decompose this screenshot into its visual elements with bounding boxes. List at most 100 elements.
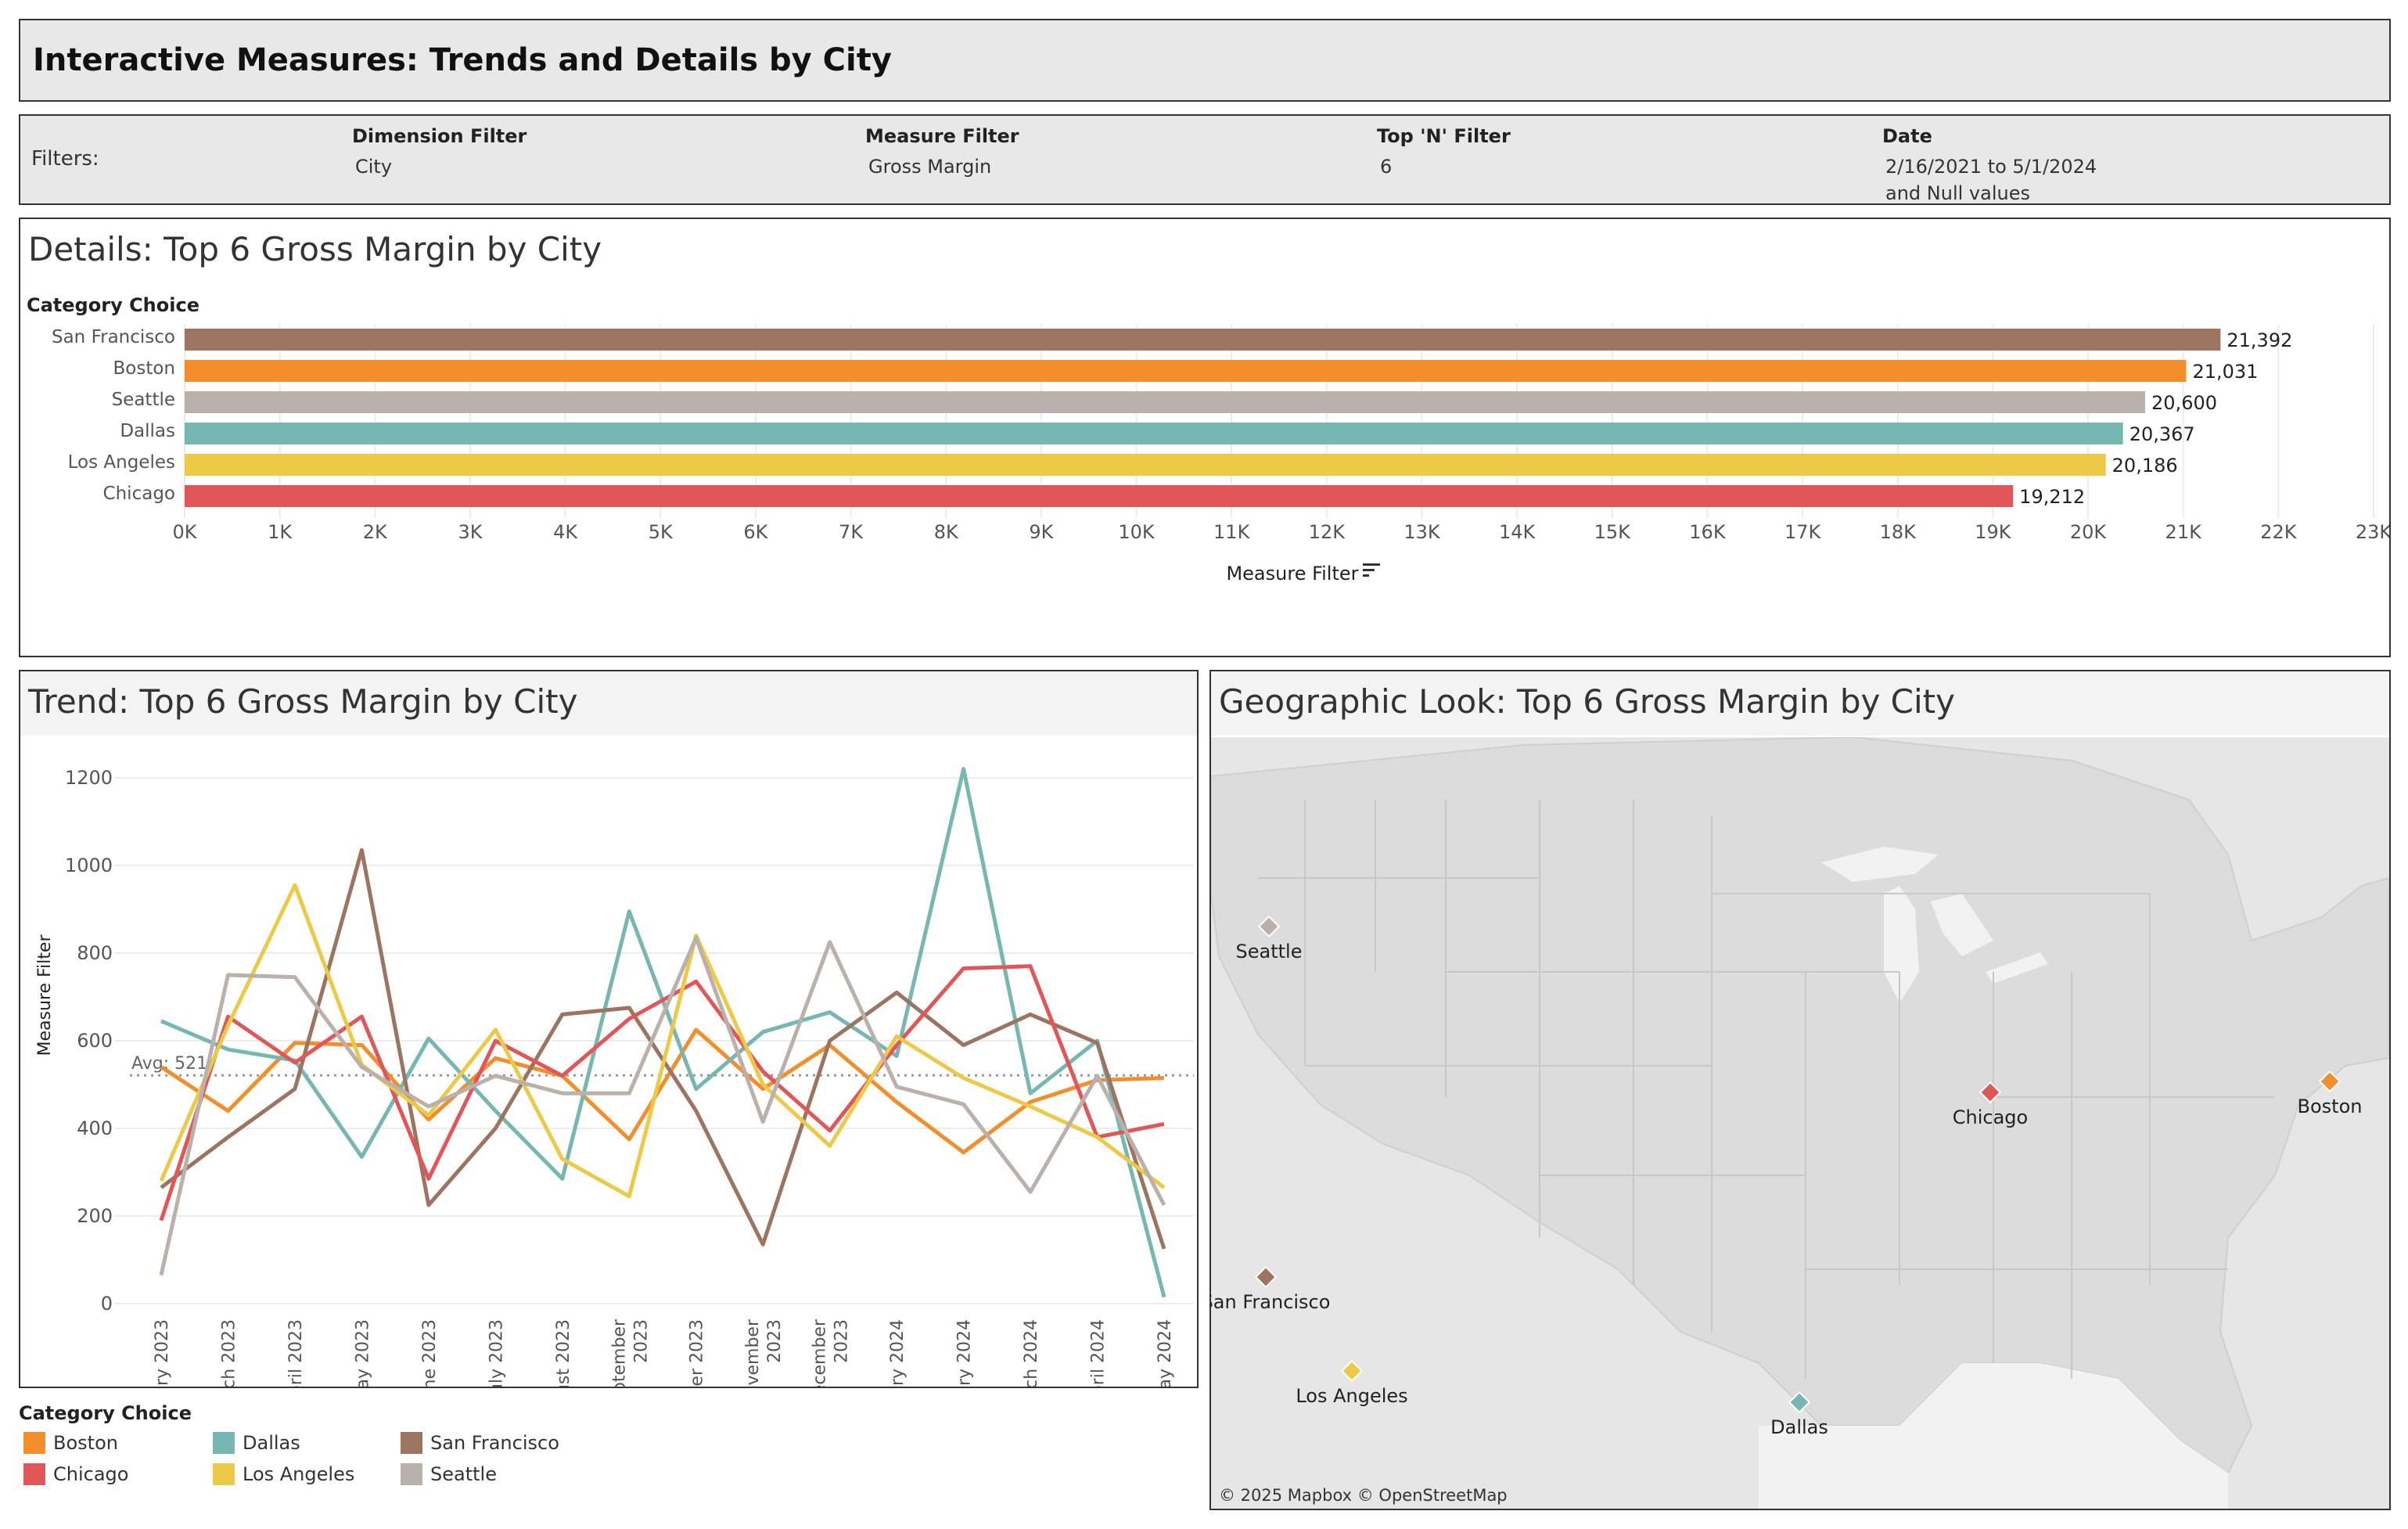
legend-item-boston[interactable]: Boston (23, 1432, 118, 1454)
bar-x-tick-label: 20K (2070, 521, 2108, 543)
filter-value: Gross Margin (868, 156, 992, 178)
filter-top-n[interactable]: Top 'N' Filter 6 (1377, 125, 1511, 180)
line-x-tick-label: 2023 (765, 1319, 785, 1363)
dashboard-title-bar: Interactive Measures: Trends and Details… (19, 19, 2391, 102)
legend-label: Chicago (53, 1463, 129, 1485)
filter-value: 2/16/2021 to 5/1/2024 and Null values (1882, 153, 2097, 207)
line-x-tick-label: March 2024 (1022, 1319, 1041, 1387)
line-y-tick-label: 1000 (65, 854, 113, 876)
filter-date-nulls: and Null values (1885, 182, 2030, 204)
trend-y-axis-title: Measure Filter (35, 934, 55, 1056)
bar[interactable] (185, 329, 2221, 351)
bar-x-tick-label: 0K (172, 521, 197, 543)
line-x-tick-label: August 2023 (554, 1319, 573, 1387)
filter-header: Date (1882, 125, 1932, 147)
filter-value: 6 (1380, 156, 1393, 178)
bar-x-tick-label: 11K (1213, 521, 1251, 543)
legend-swatch (213, 1463, 235, 1485)
line-x-tick-label: April 2023 (286, 1319, 306, 1387)
city-label: Boston (2298, 1095, 2363, 1117)
bar[interactable] (185, 454, 2106, 476)
details-bar-chart: 21,392 21,031 20,600 20,367 20,186 19,212 0K 1… (27, 294, 2389, 585)
legend-swatch (213, 1432, 235, 1454)
bar-value-label: 20,186 (2112, 455, 2178, 477)
line-y-tick-label: 200 (77, 1205, 113, 1227)
bar-category-label: Boston (113, 358, 175, 379)
line-x-tick-label: May 2023 (353, 1319, 372, 1387)
legend-swatch (401, 1463, 422, 1485)
bar-x-tick-label: 2K (363, 521, 388, 543)
filter-header: Dimension Filter (352, 125, 527, 147)
legend-swatch (23, 1463, 45, 1485)
line-x-tick-label: February 2023 (153, 1319, 172, 1387)
city-label: Los Angeles (1296, 1385, 1407, 1407)
bar[interactable] (185, 485, 2014, 507)
bar-x-tick-label: 15K (1594, 521, 1632, 543)
bar-axis-title: Measure Filter (1226, 563, 1358, 585)
line-y-tick-label: 400 (77, 1117, 113, 1139)
map-attribution[interactable]: © 2025 Mapbox © OpenStreetMap (1219, 1486, 1508, 1505)
bar-x-tick-label: 12K (1309, 521, 1346, 543)
filter-date-range: 2/16/2021 to 5/1/2024 (1885, 156, 2097, 178)
legend-item-los-angeles[interactable]: Los Angeles (213, 1463, 354, 1485)
filters-label: Filters: (31, 147, 99, 171)
legend-item-chicago[interactable]: Chicago (23, 1463, 128, 1485)
bar-x-tick-label: 18K (1880, 521, 1917, 543)
bar[interactable] (185, 423, 2123, 444)
filter-bar: Filters: Dimension Filter City Measure F… (19, 114, 2391, 205)
legend-item-san-francisco[interactable]: San Francisco (401, 1432, 559, 1454)
series-line-boston[interactable] (160, 1027, 1165, 1155)
bar[interactable] (185, 391, 2146, 413)
bar-x-tick-label: 4K (553, 521, 578, 543)
line-x-tick-label: 2023 (832, 1319, 852, 1363)
filter-dimension[interactable]: Dimension Filter City (352, 125, 527, 180)
category-legend: Category Choice Boston Dallas San Franci… (19, 1402, 613, 1520)
bar-category-label: Los Angeles (68, 452, 175, 473)
line-x-tick-label: November (743, 1319, 763, 1387)
bar-x-tick-label: 9K (1029, 521, 1054, 543)
legend-label: San Francisco (430, 1432, 559, 1454)
bar-x-tick-label: 1K (268, 521, 293, 543)
sort-descending-icon[interactable] (1363, 563, 1380, 577)
bar-x-tick-label: 8K (934, 521, 959, 543)
bar-value-label: 21,392 (2227, 329, 2292, 351)
line-x-tick-label: June 2023 (420, 1319, 440, 1387)
legend-item-dallas[interactable]: Dallas (213, 1432, 300, 1454)
filter-value: City (355, 156, 393, 178)
legend-title: Category Choice (19, 1402, 192, 1424)
bar-category-label: Chicago (103, 484, 175, 504)
trend-panel: Trend: Top 6 Gross Margin by City Avg: 5… (19, 670, 1199, 1388)
bar-category-label: Dallas (120, 421, 175, 441)
city-label: Seattle (1236, 941, 1303, 962)
city-label: San Francisco (1211, 1291, 1330, 1313)
line-y-tick-label: 800 (77, 942, 113, 964)
geo-panel: Geographic Look: Top 6 Gross Margin by C… (1209, 670, 2391, 1510)
bar-x-tick-label: 5K (649, 521, 674, 543)
line-x-tick-label: February 2024 (955, 1319, 975, 1387)
bar-value-label: 20,600 (2151, 392, 2217, 414)
legend-item-seattle[interactable]: Seattle (401, 1463, 497, 1485)
filter-header: Measure Filter (865, 125, 1019, 147)
trend-line-chart: Avg: 521 020040060080010001200 February … (35, 767, 1194, 1387)
us-map[interactable]: Seattle Chicago Boston San Francisco Los Ang… (1211, 737, 2389, 1509)
legend-swatch (401, 1432, 422, 1454)
filter-date[interactable]: Date 2/16/2021 to 5/1/2024 and Null valu… (1882, 125, 2097, 207)
bar[interactable] (185, 360, 2187, 382)
bar-category-label: San Francisco (52, 327, 175, 347)
series-line-seattle[interactable] (159, 935, 1166, 1276)
legend-label: Seattle (430, 1463, 497, 1485)
bar-x-tick-label: 10K (1118, 521, 1155, 543)
line-y-tick-label: 600 (77, 1030, 113, 1052)
details-panel: Details: Top 6 Gross Margin by City 21,3… (19, 218, 2391, 657)
line-x-tick-label: January 2024 (888, 1319, 907, 1387)
bar-x-tick-label: 17K (1784, 521, 1822, 543)
bar-x-tick-label: 6K (743, 521, 768, 543)
legend-swatch (23, 1432, 45, 1454)
line-x-tick-label: May 2024 (1155, 1319, 1175, 1387)
bar-value-label: 21,031 (2192, 361, 2258, 383)
bar-x-tick-label: 22K (2260, 521, 2298, 543)
bar-x-tick-label: 14K (1499, 521, 1536, 543)
legend-label: Los Angeles (243, 1463, 355, 1485)
line-y-tick-label: 1200 (65, 767, 113, 789)
filter-measure[interactable]: Measure Filter Gross Margin (865, 125, 1019, 180)
